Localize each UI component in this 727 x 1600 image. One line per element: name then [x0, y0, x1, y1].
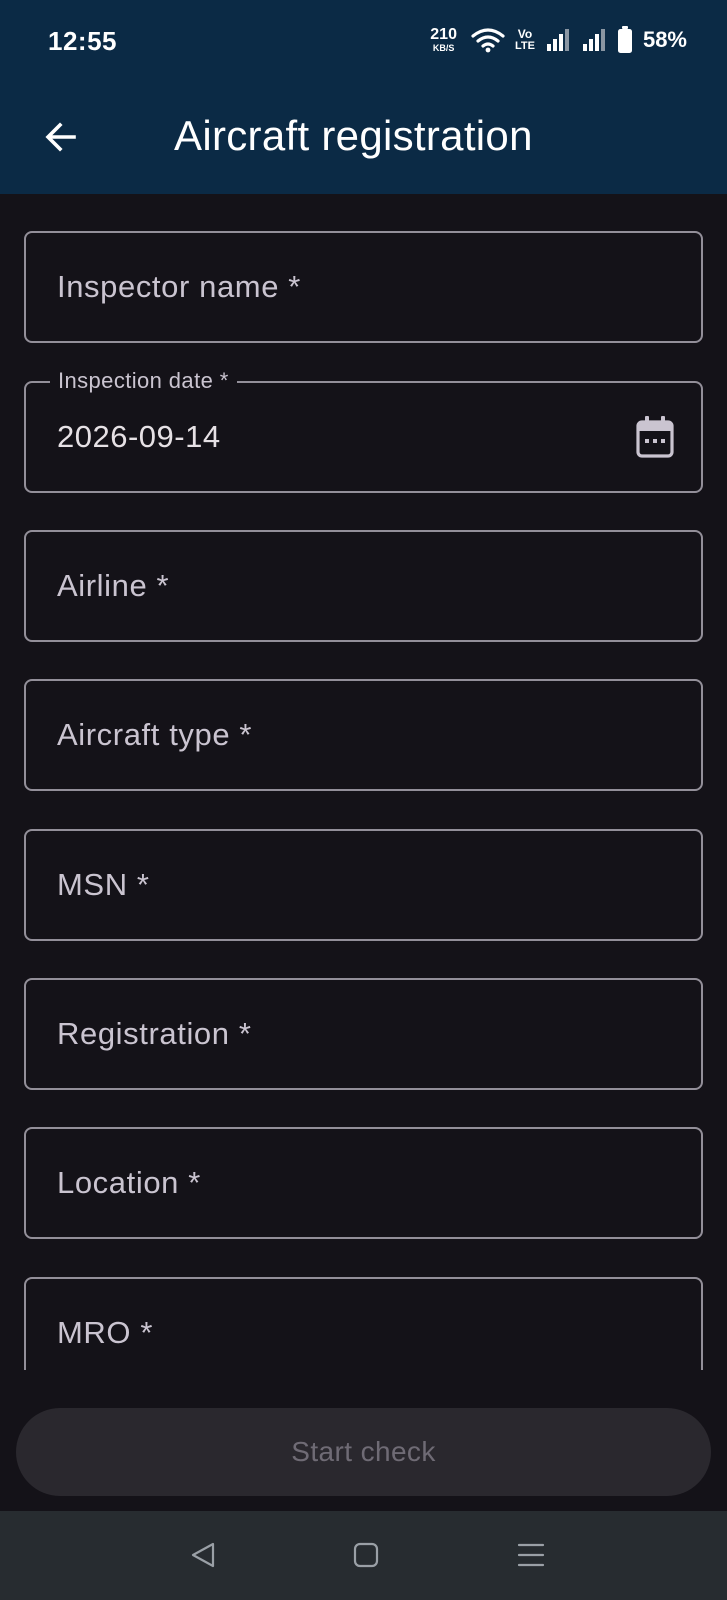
- inspection-date-field[interactable]: Inspection date * 2026-09-14: [24, 367, 703, 493]
- inspection-date-label: Inspection date *: [50, 367, 237, 395]
- nav-back-button[interactable]: [181, 1533, 225, 1577]
- location-field[interactable]: Location *: [24, 1127, 703, 1239]
- mro-placeholder: MRO *: [57, 1315, 153, 1350]
- airline-field[interactable]: Airline *: [24, 530, 703, 642]
- top-bar: 12:55 210 KB/S Vo LTE 58% Aircraft regis…: [0, 0, 727, 194]
- volte-top: Vo: [517, 27, 533, 41]
- battery-percent: 58%: [642, 27, 687, 52]
- back-button[interactable]: [36, 112, 86, 162]
- volte-bottom: LTE: [514, 40, 535, 52]
- arrow-left-icon: [45, 122, 76, 152]
- msn-placeholder: MSN *: [57, 867, 150, 902]
- calendar-icon[interactable]: [635, 415, 675, 459]
- location-placeholder: Location *: [57, 1165, 201, 1200]
- signal-sim2-icon: [582, 29, 605, 51]
- page-title: Aircraft registration: [174, 112, 533, 159]
- airline-placeholder: Airline *: [57, 568, 170, 603]
- volte-indicator: Vo LTE: [515, 28, 535, 52]
- wifi-icon: [471, 28, 505, 53]
- nav-recents-button[interactable]: [509, 1533, 553, 1577]
- registration-form: Inspector name * Inspection date * 2026-…: [0, 194, 727, 1370]
- start-check-button[interactable]: Start check: [16, 1408, 711, 1496]
- status-bar: 12:55 210 KB/S Vo LTE 58%: [0, 0, 727, 82]
- mro-field[interactable]: MRO *: [24, 1277, 703, 1370]
- network-speed-value: 210: [430, 26, 457, 43]
- status-time: 12:55: [48, 26, 117, 56]
- app-bar: Aircraft registration: [0, 82, 727, 194]
- aircraft-type-placeholder: Aircraft type *: [57, 717, 253, 752]
- inspector-name-placeholder: Inspector name *: [57, 269, 301, 304]
- app-screen: 12:55 210 KB/S Vo LTE 58% Aircraft regis…: [0, 0, 727, 1600]
- inspection-date-value: 2026-09-14: [57, 419, 221, 454]
- network-speed: 210 KB/S: [430, 27, 457, 53]
- msn-field[interactable]: MSN *: [24, 829, 703, 941]
- signal-sim1-icon: [546, 29, 569, 51]
- registration-placeholder: Registration *: [57, 1016, 252, 1051]
- square-home-icon: [353, 1542, 379, 1568]
- aircraft-type-field[interactable]: Aircraft type *: [24, 679, 703, 791]
- battery-icon: [617, 26, 632, 53]
- system-nav-bar: [0, 1511, 727, 1600]
- registration-field[interactable]: Registration *: [24, 978, 703, 1090]
- status-icons: 210 KB/S Vo LTE 58%: [430, 22, 687, 58]
- triangle-back-icon: [191, 1542, 215, 1568]
- network-speed-unit: KB/S: [432, 43, 455, 53]
- inspector-name-field[interactable]: Inspector name *: [24, 231, 703, 343]
- nav-home-button[interactable]: [344, 1533, 388, 1577]
- menu-lines-icon: [517, 1543, 545, 1567]
